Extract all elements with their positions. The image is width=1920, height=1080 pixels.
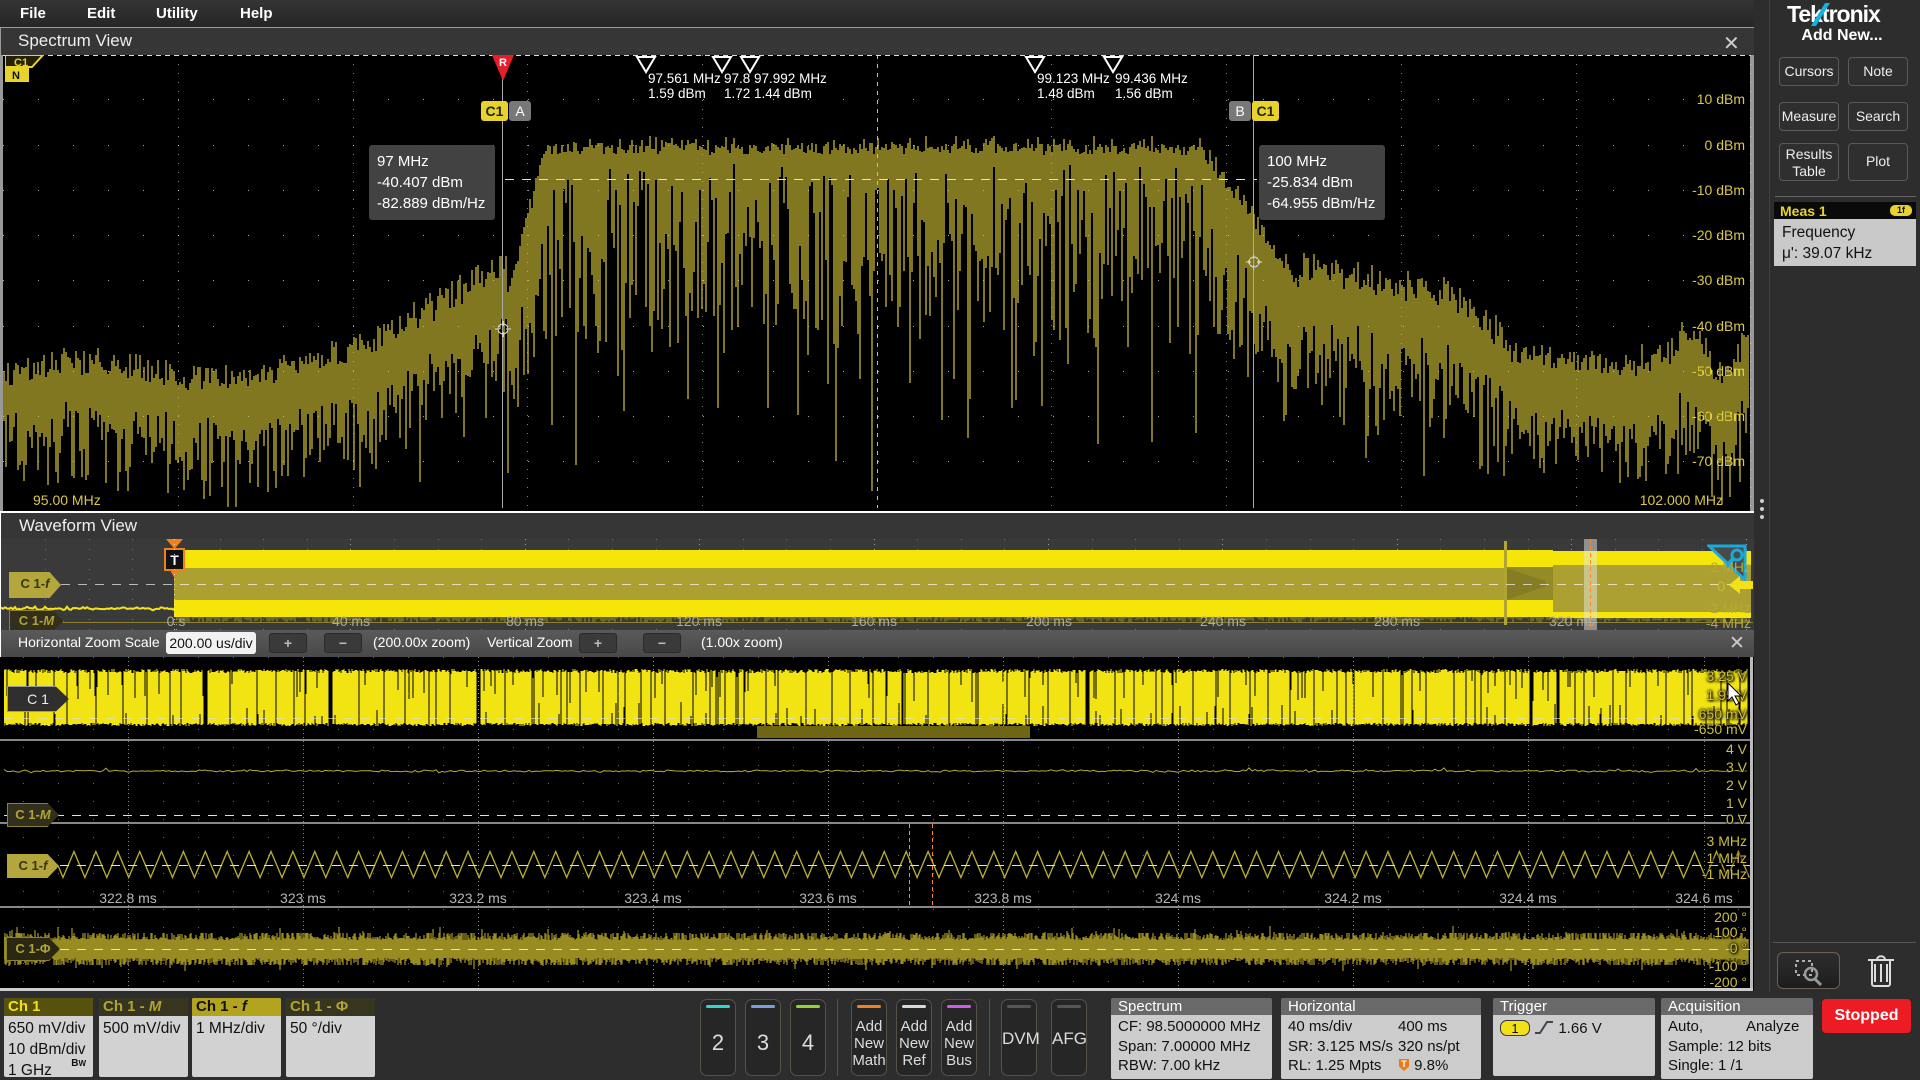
svg-text:R: R <box>499 57 507 69</box>
svg-text:Tektronix: Tektronix <box>1787 2 1881 27</box>
svg-text:T: T <box>1401 1059 1407 1069</box>
svg-text:N: N <box>12 70 20 82</box>
